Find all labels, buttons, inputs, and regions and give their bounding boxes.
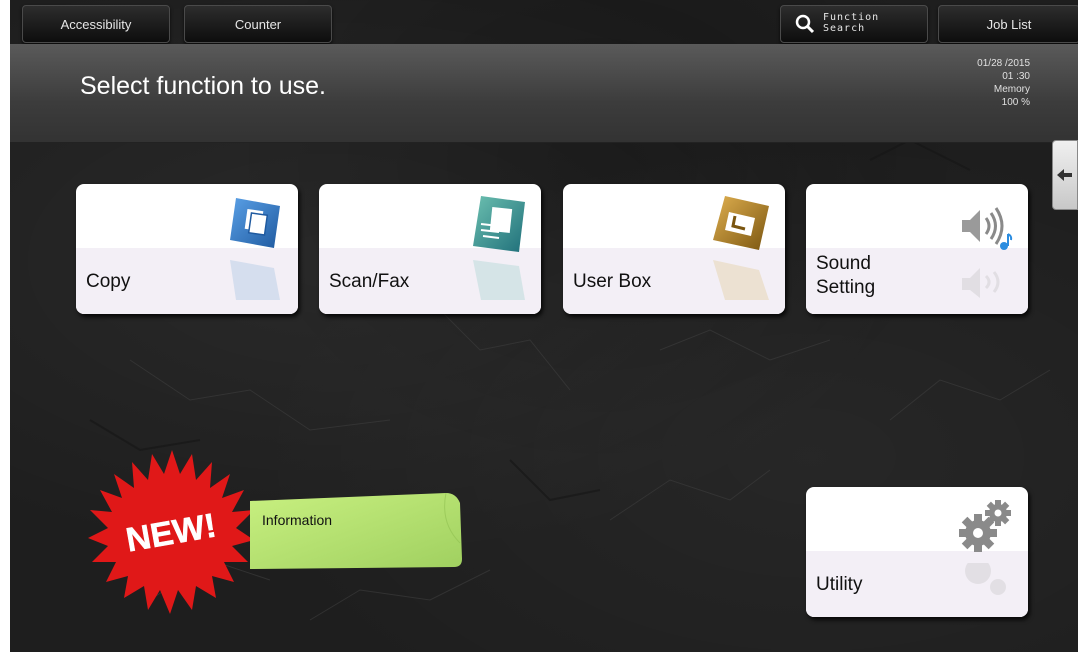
side-panel-tab[interactable]: [1052, 140, 1078, 210]
status-date: 01/28 /2015: [977, 58, 1030, 69]
function-search-line2: Search: [823, 23, 866, 34]
sound-label-line1: Sound: [816, 253, 871, 274]
status-time: 01 :30: [1002, 71, 1030, 82]
scan-fax-icon: [473, 196, 525, 252]
sound-label-line2: Setting: [816, 277, 876, 298]
gears-icon-reflection: [965, 563, 1006, 595]
scan-fax-label: Scan/Fax: [329, 271, 410, 292]
status-panel: 01/28 /2015 01 :30 Memory 100 %: [977, 57, 1030, 109]
sound-setting-tile[interactable]: Sound Setting: [806, 184, 1028, 314]
message-text: Select function to use.: [80, 72, 326, 100]
new-badge: NEW!: [88, 450, 254, 614]
speaker-icon-reflection: [962, 268, 1000, 298]
function-search-button[interactable]: Function Search: [780, 5, 928, 43]
copy-tile[interactable]: Copy: [76, 184, 298, 314]
copy-label: Copy: [86, 271, 131, 292]
scan-fax-icon-reflection: [473, 260, 525, 300]
copy-icon: [230, 198, 280, 248]
memory-label: Memory: [993, 84, 1030, 95]
search-icon: [795, 14, 815, 34]
user-box-label: User Box: [573, 271, 652, 292]
speaker-icon: [962, 207, 1013, 250]
function-search-text: Function Search: [823, 12, 879, 34]
counter-button[interactable]: Counter: [184, 5, 332, 43]
job-list-button[interactable]: Job List: [938, 5, 1078, 43]
accessibility-label: Accessibility: [60, 16, 132, 32]
arrow-left-icon: [1057, 169, 1072, 181]
information-note: [250, 493, 462, 569]
utility-tile[interactable]: Utility: [806, 487, 1028, 617]
main-screen: Accessibility Counter Function Search Jo…: [10, 0, 1078, 652]
user-box-icon: [713, 196, 769, 250]
copy-icon-reflection: [230, 260, 280, 300]
scan-fax-tile[interactable]: Scan/Fax: [319, 184, 541, 314]
gears-icon: [959, 500, 1011, 552]
memory-value: 100 %: [1001, 97, 1030, 108]
job-list-label: Job List: [986, 16, 1032, 32]
utility-label: Utility: [816, 574, 863, 595]
information-label: Information: [262, 512, 333, 528]
accessibility-button[interactable]: Accessibility: [22, 5, 170, 43]
information-button[interactable]: Information: [250, 493, 462, 569]
user-box-tile[interactable]: User Box: [563, 184, 785, 314]
function-search-line1: Function: [823, 12, 880, 23]
user-box-icon-reflection: [713, 260, 769, 300]
sound-setting-label: Sound Setting: [816, 252, 875, 300]
message-bar: Select function to use. 01/28 /2015 01 :…: [10, 44, 1078, 143]
counter-label: Counter: [234, 16, 282, 32]
